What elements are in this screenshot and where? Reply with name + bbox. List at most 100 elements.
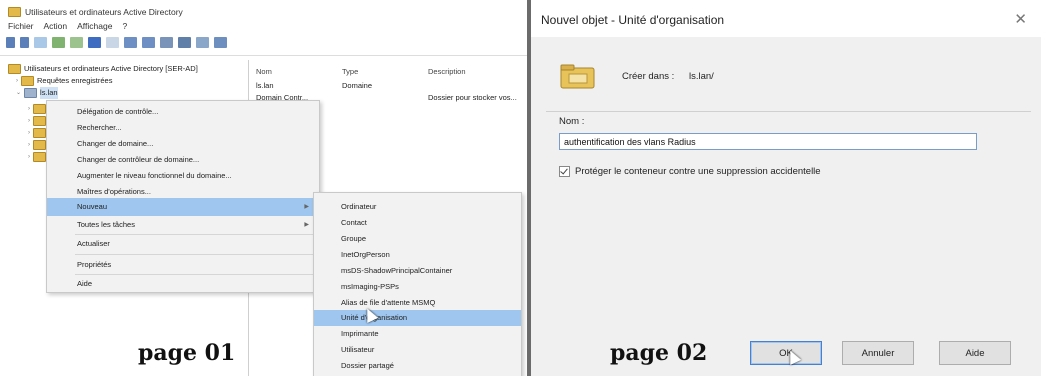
toolbar-divider: [0, 55, 527, 56]
tree-child[interactable]: ›: [28, 115, 46, 127]
dialog-body: Créer dans : ls.lan/ Nom : Protéger le c…: [531, 37, 1041, 376]
name-input[interactable]: [559, 133, 977, 150]
tree-pane: Utilisateurs et ordinateurs Active Direc…: [8, 63, 246, 162]
submenu-item-label: Ordinateur: [341, 202, 377, 211]
chevron-right-icon: ›: [28, 142, 30, 148]
tree-root[interactable]: Utilisateurs et ordinateurs Active Direc…: [8, 63, 246, 75]
tree-saved-queries-label: Requêtes enregistrées: [37, 76, 113, 85]
tree-children: › › › › ›: [28, 103, 46, 163]
group-icon[interactable]: [214, 37, 227, 48]
list-header: Nom Type Description: [256, 67, 514, 76]
list-cell: Dossier pour stocker vos...: [428, 93, 517, 102]
name-label: Nom :: [559, 116, 585, 127]
tree-domain[interactable]: ⌄ ls.lan: [8, 87, 246, 99]
menu-item-label: Actualiser: [77, 239, 110, 248]
tree-child[interactable]: ›: [28, 151, 46, 163]
ad-root-icon: [8, 64, 21, 74]
menu-item-toutes-taches[interactable]: Toutes les tâches ▶: [47, 216, 319, 234]
back-arrow-icon[interactable]: [6, 37, 15, 48]
cancel-button[interactable]: Annuler: [842, 341, 914, 365]
menu-item-aide[interactable]: Aide: [47, 275, 319, 293]
folder-view-icon[interactable]: [34, 37, 47, 48]
submenu-arrow-icon: ▶: [304, 222, 309, 228]
folder-icon: [33, 152, 46, 162]
window-titlebar: Utilisateurs et ordinateurs Active Direc…: [8, 5, 183, 19]
page-caption-2: page 02: [610, 340, 708, 366]
list-cell: [342, 92, 428, 104]
menu-help[interactable]: ?: [122, 21, 127, 31]
export-icon[interactable]: [70, 37, 83, 48]
submenu-item-label: Dossier partagé: [341, 361, 394, 370]
window-title: Utilisateurs et ordinateurs Active Direc…: [25, 7, 183, 17]
create-in-label: Créer dans :: [622, 71, 675, 82]
ou-folder-icon: [560, 64, 595, 89]
submenu-item-utilisateur[interactable]: Utilisateur: [314, 342, 521, 358]
domain-icon: [24, 88, 38, 98]
filter-icon[interactable]: [178, 37, 191, 48]
tree-child[interactable]: ›: [28, 139, 46, 151]
protect-checkbox[interactable]: [559, 166, 570, 177]
add-user-icon[interactable]: [124, 37, 137, 48]
menu-item-nouveau[interactable]: Nouveau ▶: [47, 198, 319, 216]
menu-item-label: Propriétés: [77, 260, 112, 269]
protect-checkbox-row[interactable]: Protéger le conteneur contre une suppres…: [559, 166, 821, 177]
folder-icon: [33, 116, 46, 126]
help-button[interactable]: Aide: [939, 341, 1011, 365]
submenu-item-groupe[interactable]: Groupe: [314, 231, 521, 247]
submenu-item-contact[interactable]: Contact: [314, 215, 521, 231]
chevron-right-icon: ›: [28, 118, 30, 124]
tree-root-label: Utilisateurs et ordinateurs Active Direc…: [24, 64, 198, 73]
properties-icon[interactable]: [106, 37, 119, 48]
menu-item-label: Nouveau: [77, 202, 108, 211]
menu-item-label: Toutes les tâches: [77, 220, 135, 229]
column-header-description[interactable]: Description: [428, 67, 514, 76]
submenu-item-dossier-partage[interactable]: Dossier partagé: [314, 358, 521, 374]
folder-icon: [33, 140, 46, 150]
submenu-item-label: InetOrgPerson: [341, 250, 390, 259]
add-ou-icon[interactable]: [160, 37, 173, 48]
menu-separator: [75, 254, 315, 255]
submenu-arrow-icon: ▶: [304, 204, 309, 210]
submenu-item-unite-organisation[interactable]: Unité d'organisation: [314, 310, 521, 326]
submenu-item-inetorgperson[interactable]: InetOrgPerson: [314, 247, 521, 263]
submenu-item-ordinateur[interactable]: Ordinateur: [314, 199, 521, 215]
column-header-type[interactable]: Type: [342, 67, 428, 76]
dialog-title: Nouvel objet - Unité d'organisation: [541, 13, 725, 27]
list-cell: [428, 80, 514, 92]
tree-child[interactable]: ›: [28, 127, 46, 139]
tree-saved-queries[interactable]: › Requêtes enregistrées: [8, 75, 246, 87]
create-in-value: ls.lan/: [689, 71, 714, 82]
context-menu: Délégation de contrôle... Rechercher... …: [46, 100, 320, 293]
menu-item-actualiser[interactable]: Actualiser: [47, 235, 319, 253]
column-header-name[interactable]: Nom: [256, 67, 342, 76]
folder-icon: [33, 128, 46, 138]
help-icon[interactable]: [88, 37, 101, 48]
submenu-item-label: Imprimante: [341, 329, 379, 338]
menu-action[interactable]: Action: [44, 21, 68, 31]
list-row[interactable]: ls.lan Domaine: [256, 80, 527, 92]
add-group-icon[interactable]: [142, 37, 155, 48]
close-icon[interactable]: ✕: [1014, 10, 1027, 28]
dialog-separator: [546, 111, 1031, 112]
chevron-down-icon: ⌄: [16, 90, 22, 96]
submenu-item-label: msDS-ShadowPrincipalContainer: [341, 266, 453, 275]
mmc-window: Utilisateurs et ordinateurs Active Direc…: [0, 0, 527, 376]
submenu-item-label: Utilisateur: [341, 345, 375, 354]
folder-icon: [33, 104, 46, 114]
menu-fichier[interactable]: Fichier: [8, 21, 34, 31]
chevron-right-icon: ›: [28, 130, 30, 136]
forward-arrow-icon[interactable]: [20, 37, 29, 48]
menu-bar: Fichier Action Affichage ?: [8, 21, 127, 31]
find-icon[interactable]: [196, 37, 209, 48]
folder-icon: [21, 76, 34, 86]
refresh-icon[interactable]: [52, 37, 65, 48]
submenu-item-msimaging[interactable]: msImaging-PSPs: [314, 279, 521, 295]
menu-affichage[interactable]: Affichage: [77, 21, 112, 31]
menu-item-proprietes[interactable]: Propriétés: [47, 256, 319, 274]
submenu-item-label: msImaging-PSPs: [341, 282, 399, 291]
tree-child[interactable]: ›: [28, 103, 46, 115]
submenu-item-msds-shadow[interactable]: msDS-ShadowPrincipalContainer: [314, 263, 521, 279]
submenu-item-msmq-alias[interactable]: Alias de file d'attente MSMQ: [314, 295, 521, 311]
toolbar: [6, 37, 227, 48]
submenu-item-imprimante[interactable]: Imprimante: [314, 326, 521, 342]
